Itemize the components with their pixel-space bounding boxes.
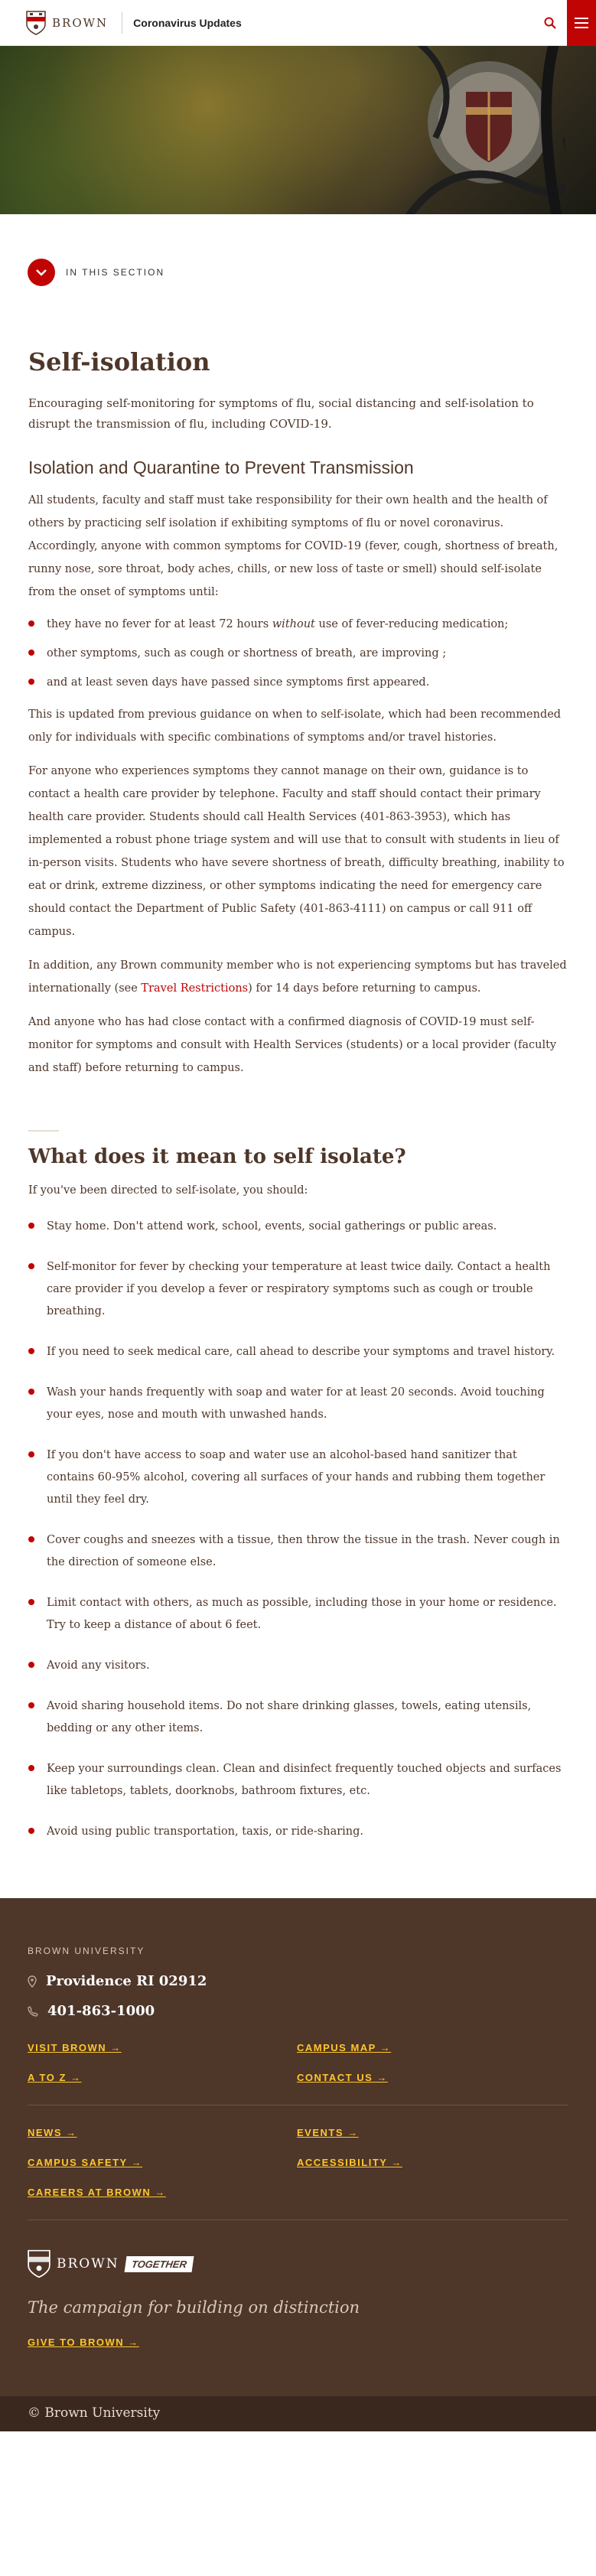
site-footer: BROWN UNIVERSITY Providence RI 02912 401… — [0, 1898, 596, 2431]
footer-links-secondary: NEWS → EVENTS → CAMPUS SAFETY → ACCESSIB… — [28, 2127, 568, 2198]
in-this-section-nav[interactable]: IN THIS SECTION — [0, 259, 596, 286]
brown-together-logo[interactable]: BROWN TOGETHER — [28, 2249, 568, 2278]
chevron-down-icon — [36, 269, 47, 276]
list-item: and at least seven days have passed sinc… — [28, 672, 568, 692]
address-text: Providence RI 02912 — [46, 1973, 207, 1989]
brown-shield-icon — [26, 10, 46, 35]
list-item: Limit contact with others, as much as po… — [28, 1592, 568, 1636]
symptom-criteria-list: they have no fever for at least 72 hours… — [28, 614, 568, 692]
copyright: © Brown University — [0, 2396, 596, 2431]
list-item: Avoid using public transportation, taxis… — [28, 1821, 568, 1843]
section-heading-isolation: Isolation and Quarantine to Prevent Tran… — [28, 458, 414, 477]
list-item: Keep your surroundings clean. Clean and … — [28, 1758, 568, 1803]
list-item: Cover coughs and sneezes with a tissue, … — [28, 1529, 568, 1574]
list-item-text: they have no fever for at least 72 hours — [47, 618, 272, 630]
campus-safety-link[interactable]: CAMPUS SAFETY → — [28, 2157, 297, 2168]
brown-logo[interactable]: BROWN — [26, 10, 109, 35]
list-item: Stay home. Don't attend work, school, ev… — [28, 1216, 568, 1238]
location-pin-icon — [28, 1975, 37, 1988]
list-item: Wash your hands frequently with soap and… — [28, 1382, 568, 1426]
section-heading-self-isolate: What does it mean to self isolate? — [28, 1145, 406, 1168]
section-nav-label[interactable]: IN THIS SECTION — [66, 267, 164, 278]
careers-link[interactable]: CAREERS AT BROWN → — [28, 2187, 297, 2198]
main-content: Self-isolation Encouraging self-monitori… — [0, 347, 596, 1843]
gate-crest-image — [405, 46, 565, 214]
paragraph: This is updated from previous guidance o… — [28, 708, 562, 744]
paragraph: In addition, any Brown community member … — [28, 954, 568, 1000]
together-tag: TOGETHER — [124, 2255, 194, 2272]
paragraph: All students, faculty and staff must tak… — [28, 494, 559, 598]
footer-label: BROWN UNIVERSITY — [28, 1946, 145, 1956]
list-item: Avoid sharing household items. Do not sh… — [28, 1695, 568, 1740]
phone-icon — [28, 2005, 38, 2017]
visit-brown-link[interactable]: VISIT BROWN → — [28, 2042, 297, 2053]
intro-text: Encouraging self-monitoring for symptoms… — [28, 396, 534, 431]
menu-button[interactable] — [567, 0, 596, 46]
footer-divider — [28, 2219, 568, 2220]
site-header: BROWN Coronavirus Updates — [0, 0, 596, 46]
list-item: If you don't have access to soap and wat… — [28, 1444, 568, 1511]
list-item-text: use of fever-reducing medication; — [314, 618, 509, 630]
accessibility-link[interactable]: ACCESSIBILITY → — [297, 2157, 526, 2168]
list-item: Avoid any visitors. — [28, 1655, 568, 1677]
contact-us-link[interactable]: CONTACT US → — [297, 2072, 526, 2083]
self-isolation-guidance-list: Stay home. Don't attend work, school, ev… — [28, 1216, 568, 1843]
hamburger-menu-icon — [575, 18, 588, 28]
section-lead: If you've been directed to self-isolate,… — [28, 1184, 308, 1197]
list-item: Self-monitor for fever by checking your … — [28, 1256, 568, 1323]
travel-restrictions-link[interactable]: Travel Restrictions — [141, 982, 248, 995]
list-item: If you need to seek medical care, call a… — [28, 1341, 568, 1363]
brown-shield-icon — [28, 2249, 50, 2278]
paragraph: For anyone who experiences symptoms they… — [28, 765, 565, 938]
list-item: other symptoms, such as cough or shortne… — [28, 643, 568, 663]
phone-text[interactable]: 401-863-1000 — [47, 2003, 155, 2019]
brand-wordmark: BROWN — [52, 15, 109, 30]
a-to-z-link[interactable]: A TO Z → — [28, 2072, 297, 2083]
give-to-brown-link[interactable]: GIVE TO BROWN → — [28, 2337, 139, 2348]
campaign-tagline: The campaign for building on distinction — [28, 2298, 360, 2317]
footer-address: Providence RI 02912 — [28, 1973, 568, 1989]
news-link[interactable]: NEWS → — [28, 2127, 297, 2138]
events-link[interactable]: EVENTS → — [297, 2127, 526, 2138]
paragraph-text: ) for 14 days before returning to campus… — [248, 982, 481, 995]
search-button[interactable] — [535, 0, 565, 46]
section-toggle-button[interactable] — [28, 259, 55, 286]
site-title[interactable]: Coronavirus Updates — [133, 17, 242, 29]
list-item-emphasis: without — [272, 618, 315, 630]
campus-map-link[interactable]: CAMPUS MAP → — [297, 2042, 526, 2053]
list-item: they have no fever for at least 72 hours… — [28, 614, 568, 634]
hero-image — [0, 46, 596, 214]
page-title: Self-isolation — [28, 347, 210, 376]
search-icon — [544, 17, 556, 29]
footer-links-primary: VISIT BROWN → CAMPUS MAP → A TO Z → CONT… — [28, 2042, 568, 2083]
section-divider — [28, 1130, 59, 1132]
footer-phone[interactable]: 401-863-1000 — [28, 2003, 568, 2019]
paragraph: And anyone who has had close contact wit… — [28, 1016, 557, 1074]
together-brand: BROWN — [57, 2256, 119, 2272]
